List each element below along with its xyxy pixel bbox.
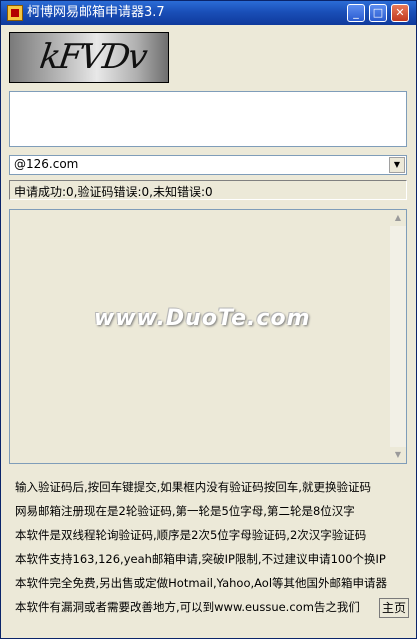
status-text: 申请成功:0,验证码错误:0,未知错误:0	[14, 185, 213, 199]
info-line: 本软件完全免费,另出售或定做Hotmail,Yahoo,Aol等其他国外邮箱申请…	[15, 576, 388, 590]
app-window: 柯博网易邮箱申请器3.7 _ □ ✕ kFVDv @126.com ▼ 申请成功…	[0, 0, 417, 639]
chevron-down-icon[interactable]: ▼	[389, 157, 405, 173]
email-domain-select[interactable]: @126.com ▼	[9, 155, 407, 175]
status-bar: 申请成功:0,验证码错误:0,未知错误:0	[9, 180, 407, 200]
minimize-button[interactable]: _	[347, 4, 365, 22]
client-area: kFVDv @126.com ▼ 申请成功:0,验证码错误:0,未知错误:0 w…	[5, 25, 412, 635]
info-line: 输入验证码后,按回车键提交,如果框内没有验证码按回车,就更换验证码	[15, 480, 371, 494]
close-button[interactable]: ✕	[391, 4, 409, 22]
info-line: 本软件支持163,126,yeah邮箱申请,突破IP限制,不过建议申请100个换…	[15, 552, 386, 566]
window-title: 柯博网易邮箱申请器3.7	[27, 5, 165, 20]
captcha-text: kFVDv	[37, 37, 149, 77]
info-line: 本软件是双线程轮询验证码,顺序是2次5位字母验证码,2次汉字验证码	[15, 528, 367, 542]
info-line: 本软件有漏洞或者需要改善地方,可以到www.eussue.com告之我们	[15, 600, 360, 614]
log-area[interactable]: www.DuoTe.com ▲ ▼	[9, 209, 407, 464]
scroll-up-icon[interactable]: ▲	[390, 210, 406, 226]
title-bar[interactable]: 柯博网易邮箱申请器3.7 _ □ ✕	[1, 1, 416, 25]
log-scrollbar[interactable]: ▲ ▼	[390, 210, 406, 463]
app-icon	[7, 5, 23, 21]
info-line: 网易邮箱注册现在是2轮验证码,第一轮是5位字母,第二轮是8位汉字	[15, 504, 355, 518]
maximize-button[interactable]: □	[369, 4, 387, 22]
email-domain-value: @126.com	[14, 157, 79, 171]
home-button[interactable]: 主页	[379, 598, 409, 618]
watermark-text: www.DuoTe.com	[94, 306, 311, 331]
captcha-image: kFVDv	[9, 32, 169, 83]
scroll-down-icon[interactable]: ▼	[390, 447, 406, 463]
info-panel: 输入验证码后,按回车键提交,如果框内没有验证码按回车,就更换验证码 网易邮箱注册…	[15, 475, 410, 619]
captcha-input[interactable]	[9, 91, 407, 147]
